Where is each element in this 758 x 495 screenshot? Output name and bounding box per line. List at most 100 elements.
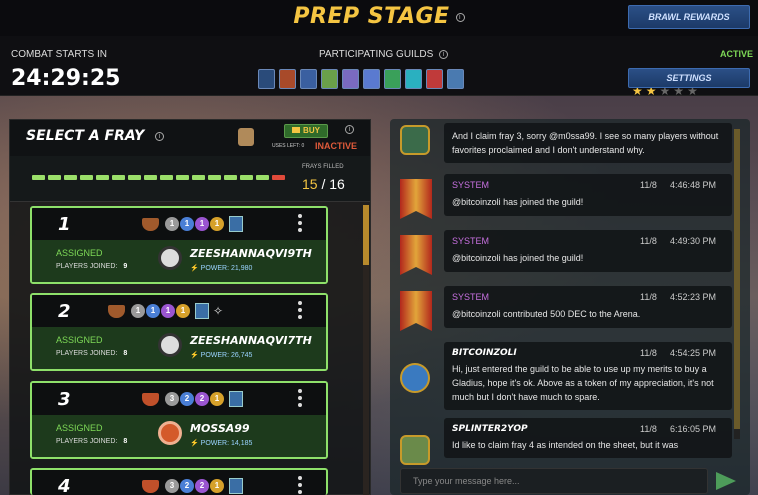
message-time: 4:49:30 PM [670,236,717,246]
rule-badge: 2 [180,392,194,406]
message-time: 6:16:05 PM [670,424,717,434]
fray-list-scrollbar[interactable] [363,205,369,495]
rule-badge: 1 [176,304,190,318]
progress-segment [32,175,45,180]
avatar [158,421,182,445]
fray-rules: 1 1 1 1 [142,216,243,232]
send-icon[interactable] [716,472,736,490]
guild-icon[interactable] [384,69,401,89]
guild-icon[interactable] [258,69,275,89]
progress-segment [64,175,77,180]
buy-icon [292,127,301,133]
chat-message: SYSTEM 11/8 4:49:30 PM @bitcoinzoli has … [444,230,732,272]
player-power: ⚡ POWER: 26,745 [190,352,253,359]
progress-segment [208,175,221,180]
more-options-icon[interactable] [298,389,302,410]
progress-segment [240,175,253,180]
fray-number: 4 [58,476,71,495]
brawl-rewards-button[interactable]: BRAWL REWARDS [628,5,750,29]
message-time: 4:52:23 PM [670,292,717,302]
players-joined: PLAYERS JOINED: 9 [56,263,128,270]
rule-badge: 3 [165,392,179,406]
message-date: 11/8 [640,180,657,190]
info-icon[interactable]: i [439,49,449,59]
guild-icon[interactable] [363,69,380,89]
player-power: ⚡ POWER: 21,980 [190,265,253,272]
guilds-label: PARTICIPATING GUILDS i [319,49,449,60]
guild-icon[interactable] [342,69,359,89]
more-options-icon[interactable] [298,301,302,322]
guild-icon[interactable] [405,69,422,89]
message-author: SPLINTER2YOP [452,424,528,434]
rule-badge: 1 [210,217,224,231]
progress-segment [256,175,269,180]
rule-badge: 1 [146,304,160,318]
message-author: BITCOINZOLI [452,348,517,358]
progress-segment [96,175,109,180]
rule-badge: 1 [180,217,194,231]
info-icon[interactable]: i [345,125,354,134]
fray-status: ASSIGNED [56,423,103,433]
players-joined: PLAYERS JOINED: 8 [56,438,128,445]
progress-segment [176,175,189,180]
buy-button[interactable]: BUY [284,124,328,138]
chat-scrollbar[interactable] [734,129,740,439]
message-author: SYSTEM [452,236,490,246]
sparkle-icon: ✧ [213,304,224,318]
info-icon[interactable]: i [155,131,165,141]
lightning-icon: ⚡ [190,265,199,272]
avatar [158,246,182,270]
fray-status: ASSIGNED [56,335,103,345]
player-name: ZEESHANNAQVI9TH [190,247,312,260]
guild-icon[interactable] [300,69,317,89]
player-power: ⚡ POWER: 14,185 [190,440,253,447]
combat-label: COMBAT STARTS IN [11,49,107,60]
fray-number: 1 [58,214,71,235]
rule-badge: 3 [165,479,179,493]
system-banner-icon [400,291,432,331]
chat-message-input[interactable] [400,468,708,494]
rule-badge: 1 [165,217,179,231]
message-text: And I claim fray 3, sorry @m0ssa99. I se… [452,131,719,155]
shield-icon [142,479,159,493]
chat-message: And I claim fray 3, sorry @m0ssa99. I se… [444,123,732,163]
fray-card-1[interactable]: 1 1 1 1 1 ASSIGNED PLAYERS JOINED: 9 ZEES… [30,206,328,284]
fray-number: 2 [58,301,71,322]
message-date: 11/8 [640,292,657,302]
guild-icons [258,69,464,89]
message-date: 11/8 [640,236,657,246]
avatar [400,435,430,465]
progress-segments [32,175,285,180]
fray-card-3[interactable]: 3 3 2 2 1 ASSIGNED PLAYERS JOINED: 8 MOSS… [30,381,328,459]
card-icon [229,391,243,407]
avatar [400,125,430,155]
fray-card-4[interactable]: 4 3 2 2 1 [30,468,328,495]
shield-icon [142,392,159,406]
progress-segment [160,175,173,180]
guild-icon[interactable] [279,69,296,89]
progress-segment [48,175,61,180]
message-text: Hi, just entered the guild to be able to… [452,364,714,402]
message-author: SYSTEM [452,180,490,190]
message-date: 11/8 [640,424,657,434]
guild-icon[interactable] [447,69,464,89]
rule-badge: 1 [195,217,209,231]
rule-badge: 1 [210,392,224,406]
uses-left: USES LEFT: 0 [272,143,305,149]
guild-icon[interactable] [321,69,338,89]
player-name: ZEESHANNAQVI7TH [190,334,312,347]
settings-button[interactable]: SETTINGS [628,68,750,88]
guild-icon[interactable] [426,69,443,89]
fray-rules: 3 2 2 1 [142,478,243,494]
info-icon[interactable]: i [455,12,465,22]
fray-rules: 1 1 1 1 ✧ [108,303,223,319]
progress-segment [128,175,141,180]
fray-card-2[interactable]: 2 1 1 1 1 ✧ ASSIGNED PLAYERS JOINED: 8 ZE… [30,293,328,371]
more-options-icon[interactable] [298,214,302,235]
chat-message: BITCOINZOLI 11/8 4:54:25 PM Hi, just ent… [444,342,732,410]
message-author: SYSTEM [452,292,490,302]
more-options-icon[interactable] [298,476,302,495]
system-banner-icon [400,235,432,275]
chat-message: SPLINTER2YOP 11/8 6:16:05 PM Id like to … [444,418,732,458]
shield-icon [108,304,125,318]
